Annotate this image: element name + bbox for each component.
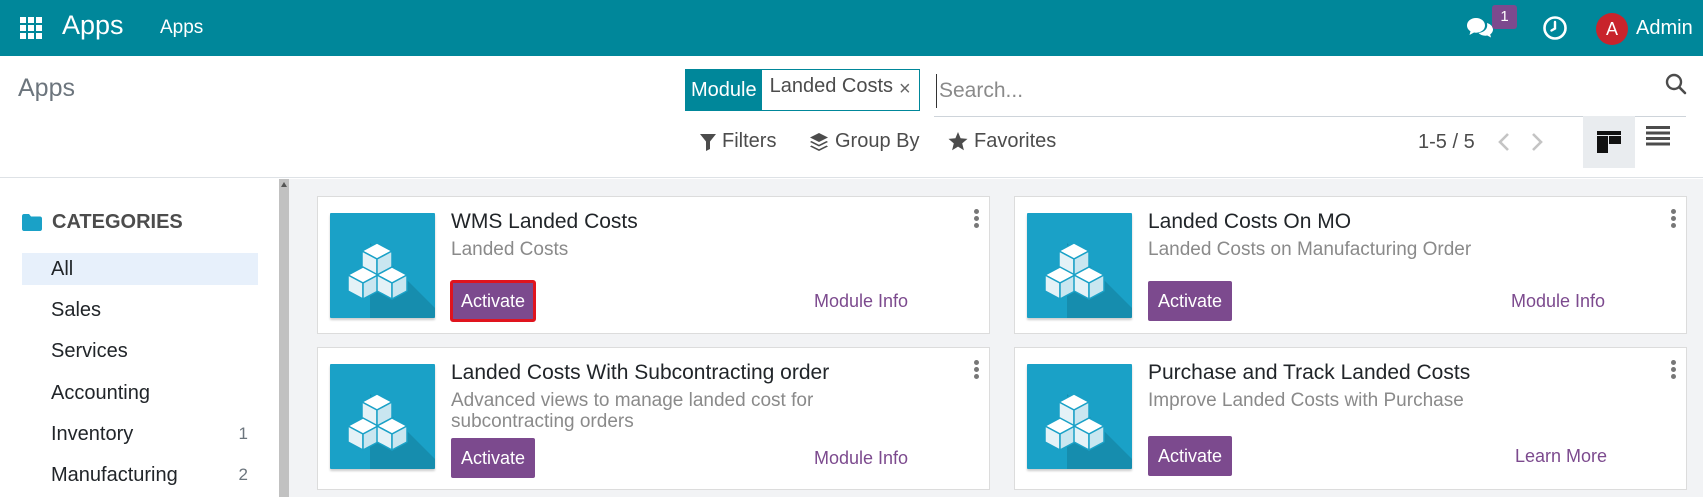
- app-card-purchase-track-landed-costs[interactable]: Purchase and Track Landed Costs Improve …: [1014, 347, 1687, 490]
- brand-title[interactable]: Apps: [62, 10, 124, 41]
- card-title: WMS Landed Costs: [451, 210, 638, 233]
- category-sidebar: CATEGORIES All Sales Services Accounting…: [0, 179, 280, 497]
- app-card-wms-landed-costs[interactable]: WMS Landed Costs Landed Costs Activate M…: [317, 196, 990, 334]
- kanban-area: WMS Landed Costs Landed Costs Activate M…: [289, 179, 1703, 497]
- sidebar-item-sales[interactable]: Sales: [22, 294, 258, 326]
- card-menu-icon[interactable]: [974, 360, 979, 381]
- sidebar-item-manufacturing[interactable]: Manufacturing 2: [22, 459, 258, 491]
- favorites-button[interactable]: Favorites: [948, 130, 1056, 153]
- control-panel: Apps Module Landed Costs × Filters Group…: [0, 56, 1703, 178]
- sidebar-item-inventory[interactable]: Inventory 1: [22, 418, 258, 450]
- learn-more-link[interactable]: Learn More: [1515, 446, 1607, 467]
- module-info-link[interactable]: Module Info: [814, 448, 908, 469]
- activate-button[interactable]: Activate: [1148, 281, 1233, 321]
- app-cubes-icon: [330, 364, 435, 469]
- module-info-link[interactable]: Module Info: [814, 291, 908, 312]
- user-menu[interactable]: Admin: [1636, 17, 1693, 40]
- filter-icon: [700, 133, 716, 151]
- page-title: Apps: [18, 74, 75, 102]
- app-cubes-icon: [1027, 364, 1132, 469]
- categories-header: CATEGORIES: [22, 211, 183, 234]
- scroll-up-arrow-icon[interactable]: [281, 182, 287, 187]
- nav-menu-apps[interactable]: Apps: [160, 17, 203, 39]
- card-menu-icon[interactable]: [974, 209, 979, 230]
- sidebar-item-count: 1: [238, 424, 248, 443]
- clock-icon[interactable]: [1542, 15, 1568, 41]
- app-card-landed-costs-subcontracting[interactable]: Landed Costs With Subcontracting order A…: [317, 347, 990, 490]
- search-facet[interactable]: Module Landed Costs ×: [685, 69, 920, 111]
- module-info-link[interactable]: Module Info: [1511, 291, 1605, 312]
- group-by-button[interactable]: Group By: [809, 130, 919, 153]
- kanban-icon: [1597, 131, 1621, 153]
- app-grid-icon[interactable]: [20, 17, 42, 39]
- top-navbar: Apps Apps 1 A Admin: [0, 0, 1703, 56]
- sidebar-scrollbar[interactable]: [279, 179, 289, 497]
- card-menu-icon[interactable]: [1671, 360, 1676, 381]
- chevron-right-icon[interactable]: [1530, 132, 1544, 152]
- sidebar-item-count: 2: [238, 465, 248, 484]
- card-summary: Landed Costs on Manufacturing Order: [1148, 239, 1472, 260]
- sidebar-item-label: Accounting: [51, 382, 150, 404]
- sidebar-item-label: Sales: [51, 299, 102, 321]
- activate-button[interactable]: Activate: [1148, 436, 1233, 476]
- sidebar-item-accounting[interactable]: Accounting: [22, 377, 258, 409]
- chat-badge: 1: [1492, 5, 1517, 29]
- search-underline: [934, 116, 1686, 117]
- facet-remove-icon[interactable]: ×: [899, 73, 911, 105]
- categories-header-label: CATEGORIES: [52, 211, 183, 233]
- facet-value-text: Landed Costs: [769, 75, 894, 97]
- activate-button[interactable]: Activate: [449, 280, 537, 322]
- group-by-label: Group By: [835, 130, 920, 152]
- activate-button[interactable]: Activate: [451, 438, 536, 478]
- sidebar-item-label: Services: [51, 340, 128, 362]
- card-summary: Improve Landed Costs with Purchase: [1148, 390, 1464, 411]
- app-cubes-icon: [1027, 213, 1132, 318]
- facet-value: Landed Costs ×: [761, 70, 919, 110]
- folder-icon: [22, 214, 42, 231]
- pager-value[interactable]: 1-5 / 5: [1418, 131, 1475, 154]
- sidebar-item-label: Inventory: [51, 423, 134, 445]
- facet-label: Module: [686, 70, 762, 110]
- card-title: Landed Costs With Subcontracting order: [451, 361, 830, 384]
- filters-button[interactable]: Filters: [700, 130, 776, 153]
- app-cubes-icon: [330, 213, 435, 318]
- card-title: Landed Costs On MO: [1148, 210, 1352, 233]
- sidebar-item-all[interactable]: All: [22, 253, 258, 285]
- filters-label: Filters: [722, 130, 777, 152]
- sidebar-item-label: Manufacturing: [51, 464, 178, 486]
- chevron-left-icon[interactable]: [1497, 132, 1511, 152]
- kanban-view-button[interactable]: [1583, 116, 1635, 168]
- card-title: Purchase and Track Landed Costs: [1148, 361, 1471, 384]
- avatar[interactable]: A: [1596, 13, 1628, 45]
- sidebar-item-services[interactable]: Services: [22, 335, 258, 367]
- search-input[interactable]: [936, 74, 1656, 108]
- card-menu-icon[interactable]: [1671, 209, 1676, 230]
- favorites-label: Favorites: [974, 130, 1057, 152]
- star-icon: [948, 132, 968, 151]
- card-summary: Landed Costs: [451, 239, 569, 260]
- sidebar-item-label: All: [51, 258, 74, 280]
- app-card-landed-costs-on-mo[interactable]: Landed Costs On MO Landed Costs on Manuf…: [1014, 196, 1687, 334]
- search-icon[interactable]: [1664, 72, 1688, 96]
- chat-icon[interactable]: [1466, 16, 1494, 40]
- card-summary: Advanced views to manage landed cost for…: [451, 390, 814, 432]
- list-view-icon[interactable]: [1646, 126, 1670, 146]
- layers-icon: [810, 132, 828, 151]
